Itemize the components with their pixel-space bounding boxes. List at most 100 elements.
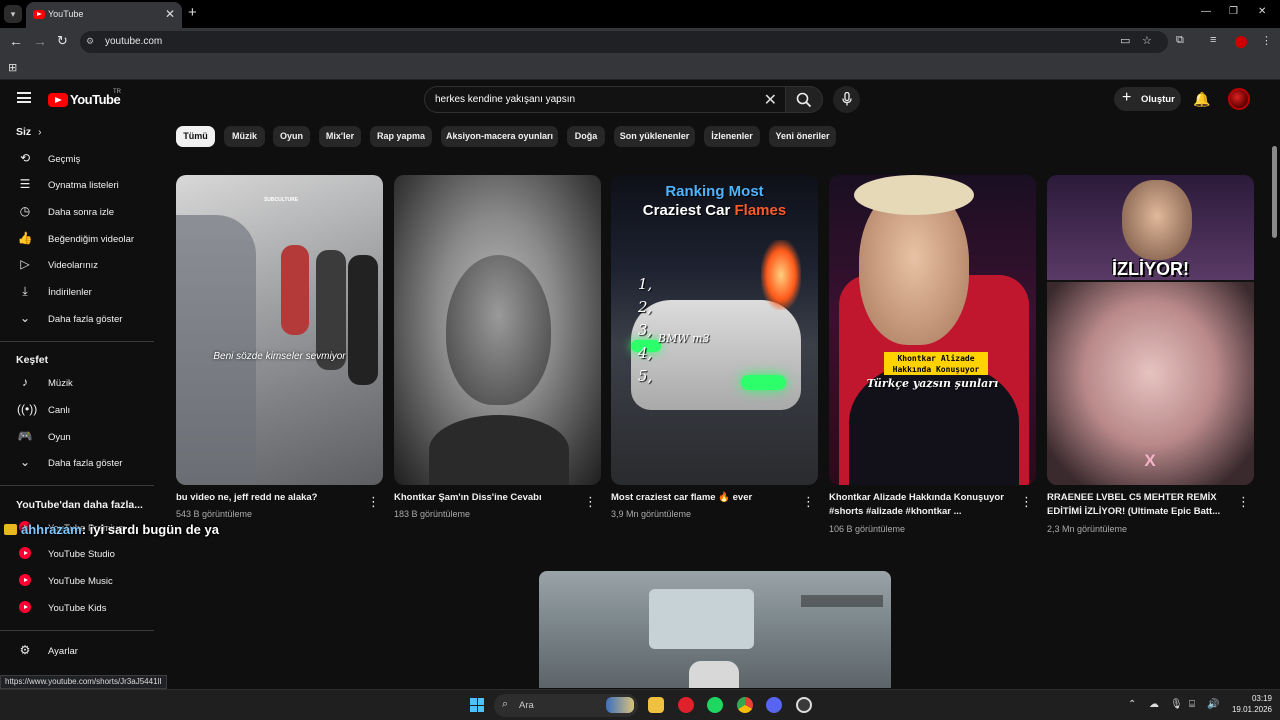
chip-recently-uploaded[interactable]: Son yüklenenler: [614, 126, 695, 147]
short-thumbnail[interactable]: [394, 175, 601, 485]
create-button[interactable]: + Oluştur: [1114, 87, 1181, 111]
microphone-icon: [841, 91, 852, 106]
apps-grid-icon[interactable]: ⊞: [8, 61, 17, 74]
sidebar-item-downloads[interactable]: ⤓ İndirilenler: [0, 279, 154, 305]
search-icon: ⌕: [502, 698, 509, 710]
page-scrollbar[interactable]: [1272, 146, 1277, 238]
extensions-icon[interactable]: ⧉: [1176, 34, 1184, 47]
site-info-icon[interactable]: ⚙: [86, 36, 94, 47]
chip-action-adventure[interactable]: Aksiyon-macera oyunları: [441, 126, 558, 147]
sidebar-item-music[interactable]: ♪ Müzik: [0, 370, 154, 396]
back-icon[interactable]: ←: [9, 33, 23, 49]
more-options-icon[interactable]: ⋮: [1237, 494, 1250, 510]
sidebar-item-youtube-kids[interactable]: YouTube Kids: [0, 595, 154, 621]
sidebar-item-playlists[interactable]: ☰ Oynatma listeleri: [0, 172, 154, 198]
sidebar-divider: [0, 485, 154, 486]
network-icon[interactable]: ⌸: [1189, 699, 1195, 710]
more-options-icon[interactable]: ⋮: [1020, 494, 1033, 510]
chip-nature[interactable]: Doğa: [567, 126, 605, 147]
new-tab-button[interactable]: +: [188, 4, 197, 21]
file-explorer-icon[interactable]: [648, 697, 664, 713]
guide-menu-icon[interactable]: [17, 92, 31, 103]
taskbar-search-placeholder: Ara: [519, 700, 534, 711]
sidebar-item-gaming[interactable]: 🎮 Oyun: [0, 424, 154, 450]
voice-search-button[interactable]: [833, 86, 860, 113]
chip-mixes[interactable]: Mix'ler: [319, 126, 361, 147]
short-thumbnail[interactable]: İZLİYOR! X: [1047, 175, 1254, 485]
sidebar-item-your-videos[interactable]: ▷ Videolarınız: [0, 252, 154, 278]
volume-icon[interactable]: 🔊: [1207, 699, 1219, 710]
restore-icon[interactable]: ❐: [1229, 6, 1238, 17]
sidebar-item-live[interactable]: ((•)) Canlı: [0, 397, 154, 423]
sidebar-item-history[interactable]: ⟲ Geçmiş: [0, 146, 154, 172]
chip-rap[interactable]: Rap yapma: [370, 126, 432, 147]
close-window-icon[interactable]: ✕: [1258, 6, 1266, 17]
forward-icon[interactable]: →: [33, 33, 47, 49]
sidebar-item-show-more-explore[interactable]: ⌄ Daha fazla göster: [0, 450, 154, 476]
chip-gaming[interactable]: Oyun: [273, 126, 310, 147]
reload-icon[interactable]: ↻: [57, 33, 68, 49]
taskbar-search[interactable]: ⌕ Ara: [494, 694, 638, 717]
chip-new-to-you[interactable]: Yeni öneriler: [769, 126, 836, 147]
discord-icon[interactable]: [766, 697, 782, 713]
short-title[interactable]: Khontkar Alizade Hakkında Konuşuyor #sho…: [829, 491, 1013, 519]
close-tab-icon[interactable]: ✕: [165, 7, 175, 21]
sidebar-item-youtube-music[interactable]: YouTube Music: [0, 568, 154, 594]
microphone-tray-icon[interactable]: 🎙: [1170, 699, 1183, 710]
short-thumbnail[interactable]: Khontkar Alizade Hakkında Konuşuyor Türk…: [829, 175, 1036, 485]
clear-search-icon[interactable]: ✕: [764, 90, 777, 110]
search-box[interactable]: herkes kendine yakışanı yapsın ✕: [424, 86, 786, 113]
profile-avatar-icon[interactable]: [1235, 36, 1247, 48]
address-bar[interactable]: ⚙ youtube.com: [80, 31, 1168, 53]
sidebar-item-youtube-studio[interactable]: YouTube Studio: [0, 541, 154, 567]
shoulders-shape: [429, 415, 569, 485]
youtube-logo-icon[interactable]: [48, 93, 68, 107]
more-options-icon[interactable]: ⋮: [367, 494, 380, 510]
badge-icon: [4, 524, 17, 535]
bookmarks-bar: ⊞: [0, 56, 1280, 80]
show-hidden-icons-icon[interactable]: ⌃: [1128, 699, 1136, 710]
onedrive-icon[interactable]: ☁: [1149, 699, 1159, 710]
browser-tab-youtube[interactable]: YouTube ✕: [26, 2, 182, 28]
sidebar-divider: [0, 341, 154, 342]
account-avatar[interactable]: [1228, 88, 1250, 110]
youtube-kids-icon: [17, 600, 33, 616]
sidebar-item-liked-videos[interactable]: 👍 Beğendiğim videolar: [0, 226, 154, 252]
more-options-icon[interactable]: ⋮: [584, 494, 597, 510]
tab-search-button[interactable]: ▾: [4, 5, 22, 23]
search-button[interactable]: [785, 86, 823, 113]
opera-browser-icon[interactable]: [678, 697, 694, 713]
chrome-icon[interactable]: [737, 697, 753, 713]
short-title[interactable]: RRAENEE LVBEL C5 MEHTER REMİX EDİTİMİ İZ…: [1047, 491, 1233, 519]
short-title[interactable]: Most craziest car flame 🔥 ever: [611, 491, 791, 505]
short-watermark: X: [1144, 451, 1156, 470]
your-videos-icon: ▷: [20, 257, 30, 271]
short-thumbnail[interactable]: Ranking Most Craziest Car Flames 1, 2, 3, 4…: [611, 175, 818, 485]
media-control-icon[interactable]: ≡: [1210, 34, 1216, 46]
chip-music[interactable]: Müzik: [224, 126, 265, 147]
short-thumbnail[interactable]: Beni sözde kimseler sevmiyor SUBCULTURE: [176, 175, 383, 485]
address-url[interactable]: youtube.com: [105, 36, 162, 47]
short-title[interactable]: Khontkar Şam'ın Diss'ine Cevabı: [394, 491, 574, 505]
minimize-icon[interactable]: —: [1201, 6, 1211, 17]
cast-icon[interactable]: ▭: [1120, 34, 1130, 47]
sidebar-item-settings[interactable]: ⚙ Ayarlar: [0, 638, 154, 664]
more-options-icon[interactable]: ⋮: [802, 494, 815, 510]
chip-watched[interactable]: İzlenenler: [704, 126, 760, 147]
chevron-down-icon: ⌄: [19, 455, 31, 469]
video-thumbnail[interactable]: [539, 571, 891, 688]
notifications-bell-icon[interactable]: 🔔: [1193, 91, 1210, 108]
sidebar-item-show-more[interactable]: ⌄ Daha fazla göster: [0, 306, 154, 332]
short-views: 3,9 Mn görüntüleme: [611, 509, 692, 519]
app-icon[interactable]: [796, 697, 812, 713]
short-title[interactable]: bu video ne, jeff redd ne alaka?: [176, 491, 356, 505]
windows-start-icon[interactable]: [470, 698, 484, 712]
spotify-icon[interactable]: [707, 697, 723, 713]
sidebar-item-watch-later[interactable]: ◷ Daha sonra izle: [0, 199, 154, 225]
taskbar-clock[interactable]: 03:19 19.01.2026: [1226, 693, 1272, 715]
chip-all[interactable]: Tümü: [176, 126, 215, 147]
browser-menu-icon[interactable]: ⋮: [1261, 34, 1272, 47]
bookmark-star-icon[interactable]: ☆: [1142, 34, 1152, 47]
search-input[interactable]: herkes kendine yakışanı yapsın: [435, 94, 575, 105]
sidebar-you-heading[interactable]: Siz ›: [16, 126, 41, 138]
